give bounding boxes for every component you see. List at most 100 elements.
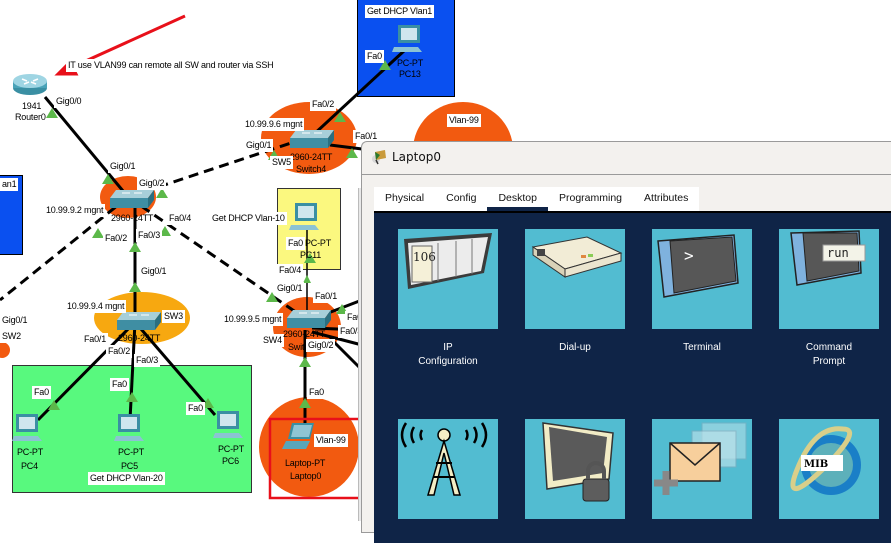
port-led-sw3-gig01 [129, 282, 141, 292]
pc5-icon[interactable] [114, 414, 146, 444]
sw4-port-gig02: Gig0/2 [306, 339, 336, 352]
tab-attributes[interactable]: Attributes [633, 187, 699, 211]
app-mib-browser[interactable]: MIB [779, 419, 879, 519]
pc4-icon[interactable] [12, 414, 44, 444]
sw3-switch-icon[interactable] [117, 312, 161, 330]
dialup-modem-icon [525, 229, 625, 329]
ip-config-number: 106 [413, 250, 436, 264]
core-switch-mgmt: 10.99.9.2 mgnt [44, 204, 106, 217]
pc4-port: Fa0 [32, 386, 51, 399]
pc13-port: Fa0 [365, 50, 384, 63]
core-port-fa02: Fa0/2 [103, 232, 130, 245]
dialog-title: Laptop0 [392, 150, 441, 164]
pc13-icon[interactable] [392, 25, 424, 55]
sw2-port: Gig0/1 [0, 314, 30, 327]
email-icon [652, 419, 752, 519]
laptop-model: Laptop-PT [285, 458, 326, 468]
core-switch-icon[interactable] [110, 190, 154, 208]
app-command-prompt[interactable]: run Command Prompt [779, 229, 879, 369]
app-ip-configuration[interactable]: 106 IP Configuration [398, 229, 498, 369]
router-name: Router0 [15, 112, 46, 122]
sw4-tag: SW4 [261, 334, 284, 347]
pc6-icon[interactable] [213, 411, 245, 441]
sw4-port-gig01: Gig0/1 [275, 282, 305, 295]
tab-desktop[interactable]: Desktop [487, 187, 548, 211]
sw5-port-fa02: Fa0/2 [310, 98, 337, 111]
device-tabs: Physical Config Desktop Programming Attr… [374, 187, 700, 211]
zone-vlan20-label: Get DHCP Vlan-20 [88, 472, 165, 485]
port-led-pc5 [126, 392, 138, 402]
sw4-port-fa04: Fa0/4 [277, 264, 304, 277]
command-run-glyph: run [827, 246, 849, 260]
link-router-core [43, 96, 130, 198]
laptop-window-icon [371, 149, 387, 165]
app-label: Terminal [683, 342, 721, 353]
sw3-port-fa02: Fa0/2 [106, 345, 133, 358]
core-port-fa03: Fa0/3 [136, 229, 163, 242]
router-model: 1941 [22, 101, 42, 111]
tab-config[interactable]: Config [435, 187, 487, 211]
pc11-port: Fa0 [286, 237, 305, 250]
app-vpn[interactable] [525, 419, 625, 519]
app-terminal[interactable]: > Terminal [652, 229, 752, 355]
sw2-tag: SW2 [0, 330, 23, 343]
core-port-gig01-down: Gig0/1 [139, 265, 169, 278]
zone-vlan1-label: Get DHCP Vlan1 [365, 5, 435, 18]
sw3-tag: SW3 [162, 310, 185, 323]
pc11-model: PC-PT [305, 238, 332, 248]
app-label-2: Prompt [812, 356, 846, 367]
sw5-name: Switch4 [296, 164, 327, 174]
app-label: Command [805, 342, 853, 353]
laptop-name: Laptop0 [290, 471, 322, 481]
pc6-model: PC-PT [218, 444, 245, 454]
app-label-2: Configuration [418, 356, 478, 367]
link-sw5-pc13 [310, 48, 407, 138]
sw3-port-fa01: Fa0/1 [82, 333, 109, 346]
sw3-port-fa03: Fa0/3 [134, 354, 161, 367]
sw3-model: 2960-24TT [118, 333, 161, 343]
command-prompt-icon: run [779, 229, 879, 329]
sw4-switch-icon[interactable] [287, 310, 331, 328]
zone-sw2 [0, 342, 10, 358]
tab-programming[interactable]: Programming [548, 187, 633, 211]
app-wireless[interactable] [398, 419, 498, 519]
desktop-panel: 106 IP Configuration Dial-up > Terminal r… [374, 211, 891, 543]
router-icon[interactable] [12, 72, 48, 96]
sw5-mgmt: 10.99.9.6 mgnt [243, 118, 305, 131]
core-port-fa04: Fa0/4 [167, 212, 194, 225]
zone-vlan10-label: Get DHCP Vlan-10 [210, 212, 287, 225]
sw5-model: 2960-24TT [290, 152, 333, 162]
pc6-port: Fa0 [186, 402, 205, 415]
pc11-icon[interactable] [289, 203, 321, 233]
pc13-name: PC13 [399, 69, 421, 79]
terminal-icon: > [652, 229, 752, 329]
pc5-port: Fa0 [110, 378, 129, 391]
pc5-name: PC5 [121, 461, 138, 471]
sw4-mgmt: 10.99.9.5 mgnt [222, 313, 284, 326]
device-dialog-window[interactable]: Laptop0 Physical Config Desktop Programm… [361, 141, 891, 543]
zone-vlan1-left-label: an1 [0, 178, 19, 191]
annotation-note: IT use VLAN99 can remote all SW and rout… [66, 59, 276, 72]
mib-text: MIB [804, 459, 828, 470]
sw5-switch-icon[interactable] [290, 130, 334, 148]
core-switch-model: 2960-24TT [111, 213, 154, 223]
port-led-sw4-gig02 [299, 357, 311, 367]
core-port-gig02: Gig0/2 [137, 177, 167, 190]
laptop0-icon[interactable] [282, 423, 318, 451]
pc13-model: PC-PT [397, 58, 424, 68]
laptop-port: Fa0 [307, 386, 326, 399]
pc4-name: PC4 [21, 461, 38, 471]
pc4-model: PC-PT [17, 447, 44, 457]
sw5-port-gig01: Gig0/1 [244, 139, 274, 152]
core-port-gig01: Gig0/1 [108, 160, 138, 173]
app-email[interactable] [652, 419, 752, 519]
pc11-name: PC11 [300, 250, 322, 260]
app-label: IP [443, 342, 453, 353]
sw3-mgmt: 10.99.9.4 mgnt [65, 300, 127, 313]
app-dial-up[interactable]: Dial-up [525, 229, 625, 355]
tab-physical[interactable]: Physical [374, 187, 435, 211]
sw4-port-fa01: Fa0/1 [313, 290, 340, 303]
laptop-zone-label: Vlan-99 [314, 434, 348, 447]
ip-config-icon: 106 [398, 229, 498, 329]
terminal-prompt-glyph: > [684, 246, 694, 265]
